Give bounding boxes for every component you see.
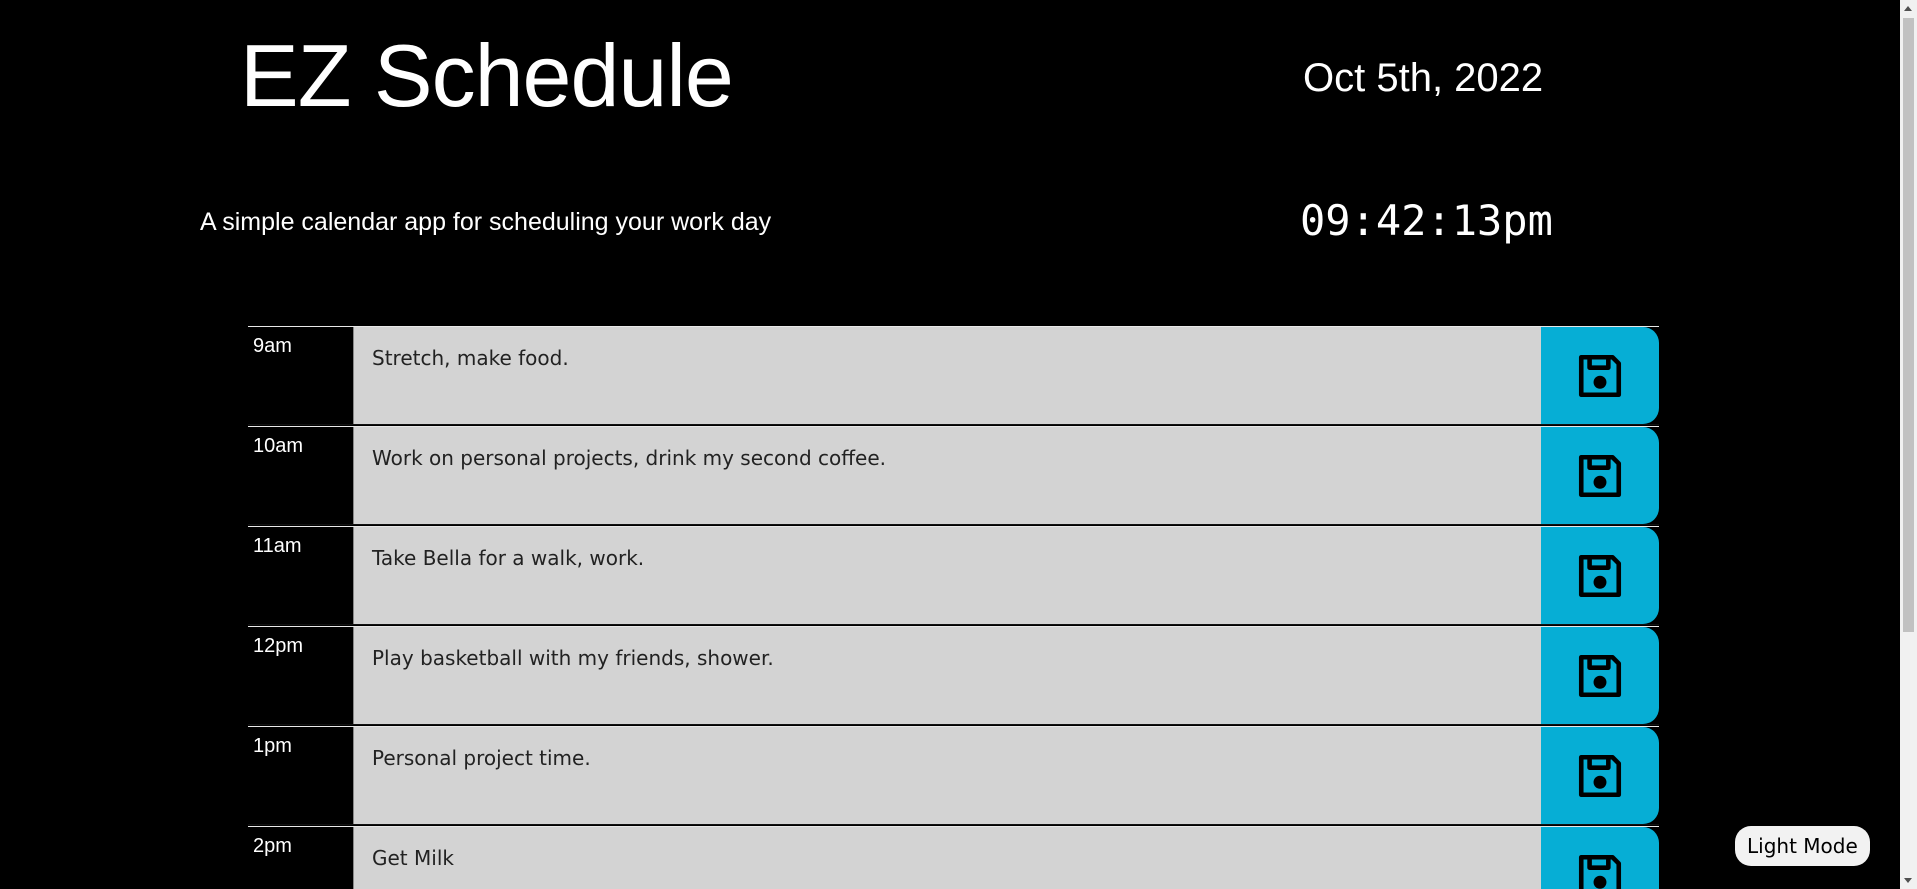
app-title: EZ Schedule	[240, 26, 734, 125]
hour-label: 12pm	[248, 627, 354, 724]
event-description-input[interactable]: Take Bella for a walk, work.	[354, 527, 1541, 624]
floppy-disk-icon	[1578, 854, 1622, 889]
vertical-scrollbar[interactable]	[1900, 0, 1917, 889]
hour-label: 2pm	[248, 827, 354, 889]
time-block-row: 11am Take Bella for a walk, work.	[248, 526, 1659, 625]
app-page: EZ Schedule Oct 5th, 2022 A simple calen…	[0, 0, 1917, 889]
event-description-input[interactable]: Work on personal projects, drink my seco…	[354, 427, 1541, 524]
event-description-input[interactable]: Personal project time.	[354, 727, 1541, 824]
floppy-disk-icon	[1578, 354, 1622, 397]
time-block-row: 2pm Get Milk	[248, 826, 1659, 889]
save-button[interactable]	[1541, 827, 1659, 889]
event-description-input[interactable]: Get Milk	[354, 827, 1541, 889]
scroll-down-arrow-icon[interactable]	[1904, 878, 1912, 883]
event-description-input[interactable]: Stretch, make food.	[354, 327, 1541, 424]
save-button[interactable]	[1541, 427, 1659, 524]
save-button[interactable]	[1541, 327, 1659, 424]
hour-label: 1pm	[248, 727, 354, 824]
floppy-disk-icon	[1578, 654, 1622, 697]
save-button[interactable]	[1541, 727, 1659, 824]
time-block-row: 1pm Personal project time.	[248, 726, 1659, 825]
light-mode-toggle[interactable]: Light Mode	[1735, 826, 1870, 866]
time-block-row: 9am Stretch, make food.	[248, 326, 1659, 425]
current-date: Oct 5th, 2022	[1303, 56, 1544, 100]
hour-label: 10am	[248, 427, 354, 524]
save-button[interactable]	[1541, 527, 1659, 624]
floppy-disk-icon	[1578, 554, 1622, 597]
floppy-disk-icon	[1578, 754, 1622, 797]
app-subtitle: A simple calendar app for scheduling you…	[200, 208, 772, 236]
scroll-up-arrow-icon[interactable]	[1904, 6, 1912, 11]
time-block-row: 10am Work on personal projects, drink my…	[248, 426, 1659, 525]
event-description-input[interactable]: Play basketball with my friends, shower.	[354, 627, 1541, 724]
floppy-disk-icon	[1578, 454, 1622, 497]
hour-label: 11am	[248, 527, 354, 624]
clock: 09:42:13pm	[1300, 196, 1553, 245]
time-block-row: 12pm Play basketball with my friends, sh…	[248, 626, 1659, 725]
schedule-list: 9am Stretch, make food. 10am Work on per…	[248, 326, 1659, 889]
hour-label: 9am	[248, 327, 354, 424]
save-button[interactable]	[1541, 627, 1659, 724]
scrollbar-thumb[interactable]	[1903, 18, 1914, 632]
